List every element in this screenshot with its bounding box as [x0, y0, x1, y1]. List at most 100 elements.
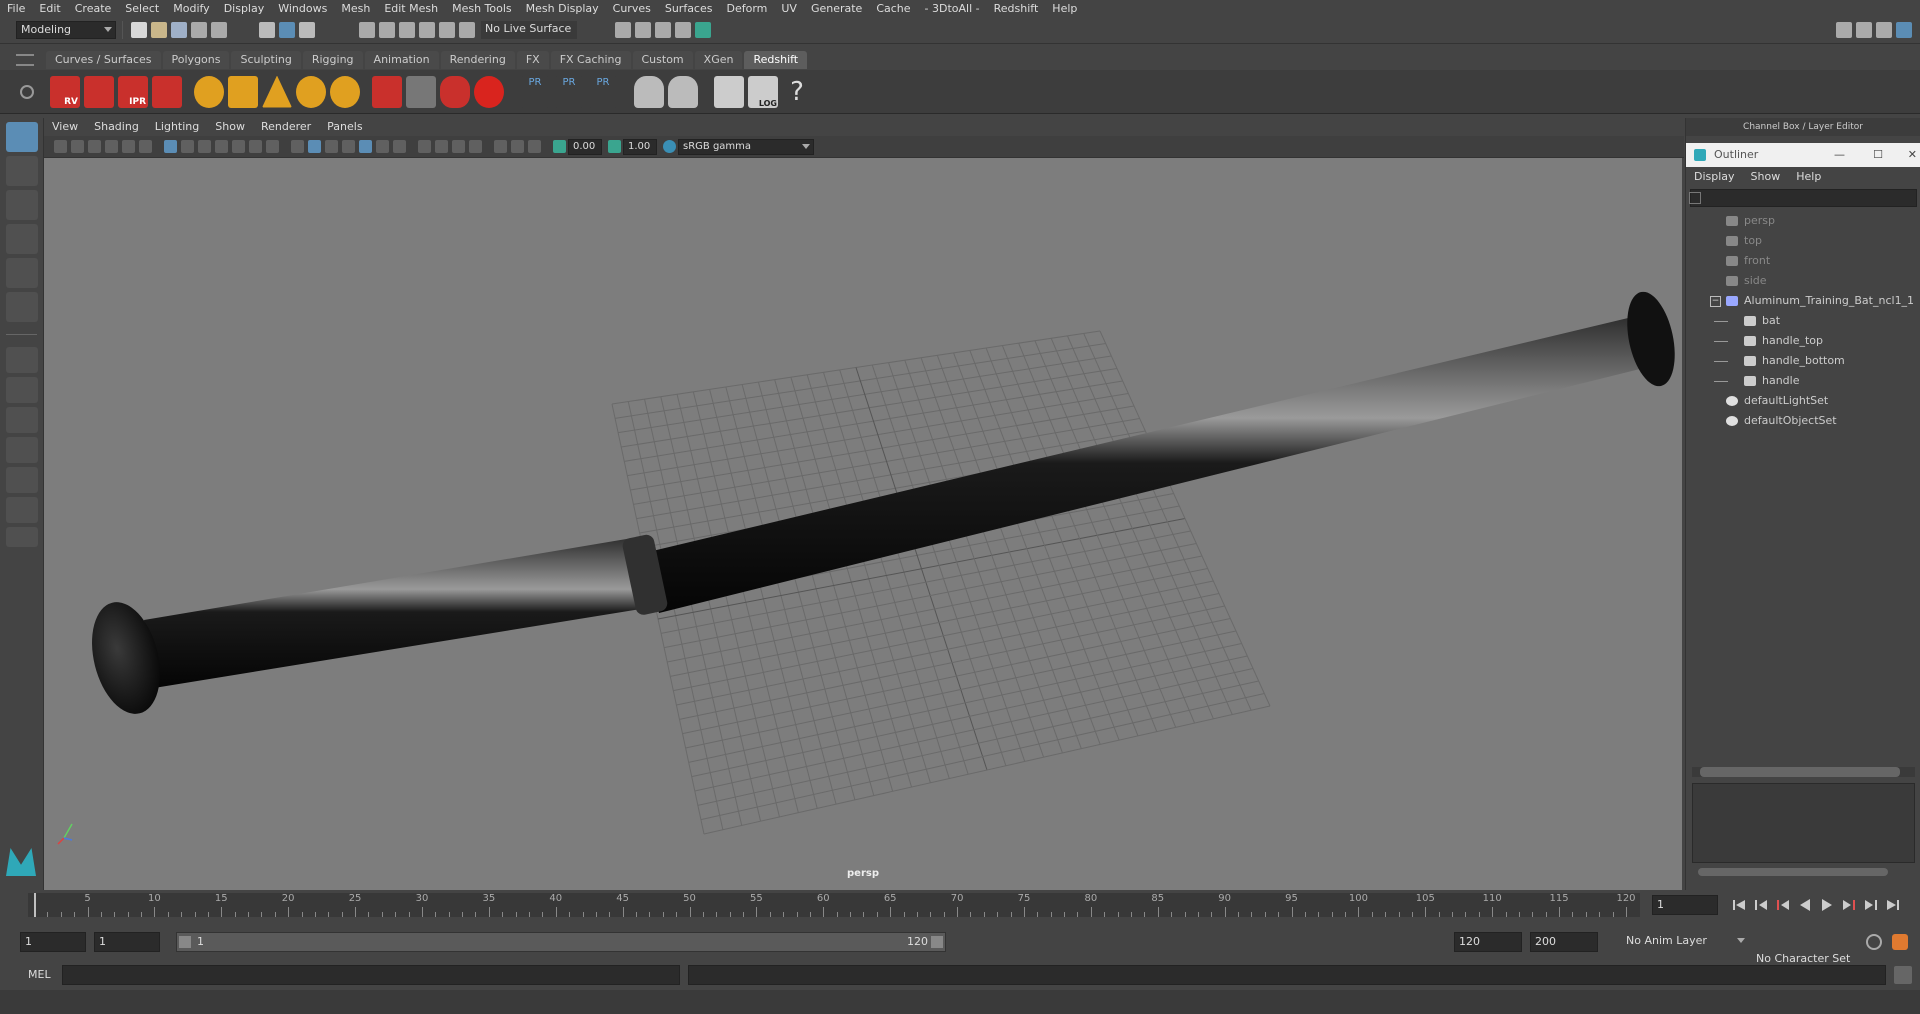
xray-components-icon[interactable] — [528, 140, 541, 153]
range-slider[interactable]: 1 120 — [176, 932, 946, 952]
filter-icon[interactable] — [1689, 192, 1701, 204]
select-tool-icon[interactable] — [6, 122, 38, 152]
outliner-hscrollbar[interactable] — [1692, 767, 1915, 777]
textured-icon[interactable] — [342, 140, 355, 153]
outliner-layout-icon[interactable] — [6, 497, 38, 523]
play-backwards-icon[interactable] — [1798, 898, 1812, 912]
minimize-icon[interactable]: — — [1834, 143, 1845, 167]
menu-create[interactable]: Create — [68, 0, 119, 17]
viewport-menu-lighting[interactable]: Lighting — [147, 118, 207, 136]
menu-curves[interactable]: Curves — [606, 0, 658, 17]
animation-end-field[interactable]: 200 — [1530, 932, 1598, 952]
snap-grid-icon[interactable] — [359, 22, 375, 38]
script-editor-icon[interactable] — [714, 75, 744, 108]
render-frame-icon[interactable] — [615, 22, 631, 38]
shelf-tab-fx[interactable]: FX — [516, 51, 549, 69]
collapse-icon[interactable]: − — [1710, 296, 1721, 307]
snap-point-icon[interactable] — [399, 22, 415, 38]
pr-sync-icon[interactable]: PR — [588, 75, 618, 108]
field-chart-icon[interactable] — [232, 140, 245, 153]
menu-display[interactable]: Display — [217, 0, 272, 17]
shelf-tab-sculpting[interactable]: Sculpting — [231, 51, 301, 69]
select-hierarchy-icon[interactable] — [259, 22, 275, 38]
lower-scrollbar-thumb[interactable] — [1698, 868, 1888, 876]
physical-light-icon[interactable] — [296, 75, 326, 108]
undo-icon[interactable] — [191, 22, 207, 38]
snap-surface-icon[interactable] — [439, 22, 455, 38]
color-management-icon[interactable] — [663, 140, 676, 153]
render-settings-icon[interactable] — [152, 75, 182, 108]
menu-mesh-display[interactable]: Mesh Display — [519, 0, 606, 17]
command-input[interactable] — [62, 965, 680, 985]
proxy-icon[interactable] — [372, 75, 402, 108]
xray-icon[interactable] — [494, 140, 507, 153]
shelf-tab-rendering[interactable]: Rendering — [440, 51, 515, 69]
film-gate-icon[interactable] — [181, 140, 194, 153]
render-settings-icon[interactable] — [675, 22, 691, 38]
material-ball-icon[interactable] — [474, 75, 504, 108]
outliner-item-bat[interactable]: bat — [1686, 311, 1920, 331]
render-region-icon[interactable] — [84, 75, 114, 108]
shelf-tab-rigging[interactable]: Rigging — [302, 51, 363, 69]
playback-start-field[interactable]: 1 — [94, 932, 160, 952]
step-back-key-icon[interactable] — [1776, 898, 1790, 912]
image-plane-icon[interactable] — [105, 140, 118, 153]
viewport-menu-panels[interactable]: Panels — [319, 118, 370, 136]
lasso-tool-icon[interactable] — [6, 156, 38, 186]
step-back-frame-icon[interactable] — [1754, 898, 1768, 912]
grid-toggle-icon[interactable] — [164, 140, 177, 153]
log-icon[interactable]: LOG — [748, 75, 778, 108]
single-perspective-layout-icon[interactable] — [6, 347, 38, 373]
step-forward-frame-icon[interactable] — [1864, 898, 1878, 912]
pr-object-icon[interactable]: PR — [520, 75, 550, 108]
maximize-icon[interactable]: ☐ — [1873, 143, 1883, 167]
range-end-handle[interactable] — [931, 936, 943, 948]
auto-key-icon[interactable] — [1866, 934, 1882, 950]
gate-mask-icon[interactable] — [215, 140, 228, 153]
camera-select-icon[interactable] — [54, 140, 67, 153]
menu-mesh-tools[interactable]: Mesh Tools — [445, 0, 519, 17]
viewport-menu-shading[interactable]: Shading — [86, 118, 147, 136]
2d-pan-icon[interactable] — [122, 140, 135, 153]
area-light-icon[interactable] — [194, 75, 224, 108]
animation-start-field[interactable]: 1 — [20, 932, 86, 952]
dome-light-icon[interactable] — [228, 75, 258, 108]
pr-export-icon[interactable]: PR — [554, 75, 584, 108]
outliner-item-defaultlightset[interactable]: defaultLightSet — [1686, 391, 1920, 411]
depth-of-field-icon[interactable] — [452, 140, 465, 153]
modeling-toolkit-icon[interactable] — [1836, 22, 1852, 38]
range-start-handle[interactable] — [179, 936, 191, 948]
shelf-tab-custom[interactable]: Custom — [632, 51, 693, 69]
volume-icon[interactable] — [406, 75, 436, 108]
smooth-shade-icon[interactable] — [308, 140, 321, 153]
tool-settings-icon[interactable] — [1876, 22, 1892, 38]
sun-sky-icon[interactable] — [330, 75, 360, 108]
script-language-toggle[interactable]: MEL — [28, 968, 51, 981]
anti-aliasing-icon[interactable] — [435, 140, 448, 153]
menu-select[interactable]: Select — [118, 0, 166, 17]
safe-title-icon[interactable] — [266, 140, 279, 153]
move-tool-icon[interactable] — [6, 224, 38, 254]
outliner-item-side[interactable]: side — [1686, 271, 1920, 291]
xray-joints-icon[interactable] — [511, 140, 524, 153]
exposure-icon[interactable] — [553, 140, 566, 153]
motion-blur-icon[interactable] — [418, 140, 431, 153]
view-transform-dropdown[interactable]: sRGB gamma — [678, 138, 814, 155]
menu-edit-mesh[interactable]: Edit Mesh — [377, 0, 445, 17]
anim-layer-dropdown[interactable]: No Anim Layer — [1622, 933, 1748, 951]
camera-attributes-icon[interactable] — [71, 140, 84, 153]
menu-deform[interactable]: Deform — [719, 0, 774, 17]
time-slider[interactable]: 5 10 15 20 25 30 35 40 45 50 55 60 65 70 75 80 85 90 95 100… — [0, 890, 1920, 920]
ipr-render-icon[interactable] — [655, 22, 671, 38]
outliner-item-aluminum-training-bat-ncl1-1[interactable]: − Aluminum_Training_Bat_ncl1_1 — [1686, 291, 1920, 311]
menu-3dtoall[interactable]: - 3DtoAll - — [918, 0, 987, 17]
render-dish-icon[interactable] — [634, 75, 664, 108]
menu-edit[interactable]: Edit — [32, 0, 67, 17]
isolate-select-icon[interactable] — [469, 140, 482, 153]
resolution-gate-icon[interactable] — [198, 140, 211, 153]
shelf-tab-xgen[interactable]: XGen — [694, 51, 743, 69]
safe-action-icon[interactable] — [249, 140, 262, 153]
hypershade-layout-icon[interactable] — [6, 467, 38, 493]
snap-live-icon[interactable] — [459, 22, 475, 38]
screen-space-ao-icon[interactable] — [393, 140, 406, 153]
